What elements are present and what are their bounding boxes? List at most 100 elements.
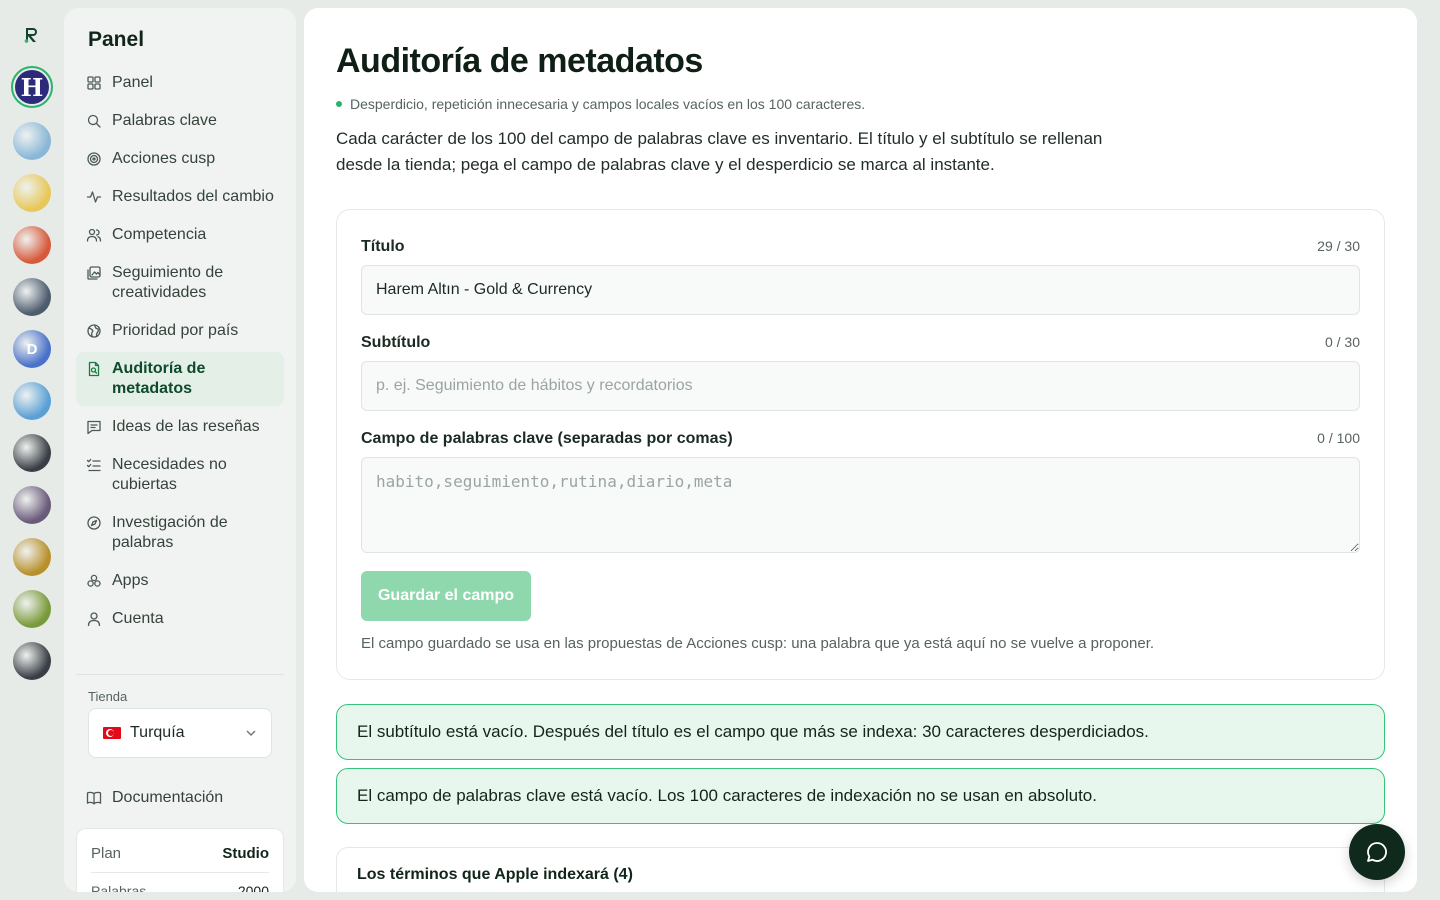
sidebar-item-seguimiento-de-creatividades[interactable]: Seguimiento de creatividades — [76, 256, 284, 310]
sidebar-item-ideas-de-las-resenas[interactable]: Ideas de las reseñas — [76, 410, 284, 444]
subway-app-avatar[interactable] — [13, 122, 51, 160]
sidebar-item-auditoria-de-metadatos[interactable]: Auditoría de metadatos — [76, 352, 284, 406]
sidebar-item-investigacion-de-palabras[interactable]: Investigación de palabras — [76, 506, 284, 560]
form-note: El campo guardado se usa en las propuest… — [361, 635, 1155, 652]
status-dot-icon — [336, 101, 342, 107]
sidebar-item-label: Competencia — [112, 226, 207, 243]
brand-logo[interactable] — [21, 24, 43, 46]
sidebar-item-palabras-clave[interactable]: Palabras clave — [76, 104, 284, 138]
turkey-flag-icon — [103, 727, 121, 739]
grid-icon — [87, 76, 101, 90]
divider — [91, 872, 269, 873]
images-icon — [87, 266, 101, 280]
keywords-label: Campo de palabras clave (separadas por c… — [361, 430, 733, 447]
character-app-avatar[interactable] — [13, 486, 51, 524]
target-icon — [87, 152, 101, 166]
subtitle-input[interactable] — [361, 361, 1360, 411]
book-icon — [86, 791, 102, 805]
checklist-icon — [86, 458, 101, 472]
temple-run-2-app-avatar[interactable] — [13, 590, 51, 628]
chart-app-avatar[interactable] — [13, 278, 51, 316]
sidebar-item-label: Necesidades no cubiertas — [112, 456, 227, 493]
status-line: Desperdicio, repetición innecesaria y ca… — [336, 96, 865, 112]
indexed-terms-title: Los términos que Apple indexará (4) — [357, 866, 633, 883]
activity-icon — [86, 191, 102, 203]
title-input[interactable] — [361, 265, 1360, 315]
sidebar-item-label: Seguimiento de creatividades — [112, 264, 224, 301]
metadata-form: Título 29 / 30 Subtítulo 0 / 30 Campo de… — [336, 209, 1385, 680]
store-select[interactable]: Turquía — [88, 708, 272, 758]
sidebar-item-panel[interactable]: Panel — [76, 66, 284, 100]
altin-app-avatar[interactable] — [13, 174, 51, 212]
save-field-button[interactable]: Guardar el campo — [361, 571, 531, 621]
user-icon — [87, 612, 101, 627]
search-icon — [87, 114, 101, 128]
alert-keywords-empty: El campo de palabras clave está vacío. L… — [336, 768, 1385, 824]
store-label: Tienda — [88, 689, 128, 704]
app-list: HD — [11, 66, 53, 680]
keywords-field-header: Campo de palabras clave (separadas por c… — [361, 430, 1360, 448]
game-app-avatar[interactable] — [13, 382, 51, 420]
app-avatar-letter: H — [15, 70, 49, 104]
subtitle-field-header: Subtítulo 0 / 30 — [361, 334, 1360, 352]
plan-keywords-value: 2000 — [237, 883, 269, 892]
users-icon — [86, 228, 102, 242]
plan-card: Plan Studio Palabras 2000 — [76, 828, 284, 892]
sidebar-item-competencia[interactable]: Competencia — [76, 218, 284, 252]
chat-bubble-icon — [1367, 842, 1387, 862]
title-char-count: 29 / 30 — [1317, 238, 1360, 254]
sidebar-item-resultados-del-cambio[interactable]: Resultados del cambio — [76, 180, 284, 214]
sidebar-item-prioridad-por-pais[interactable]: Prioridad por país — [76, 314, 284, 348]
sidebar-nav: Panel Palabras clave Acciones cusp Resultad… — [76, 66, 284, 640]
temple-run-app-avatar[interactable] — [13, 538, 51, 576]
sidebar-item-label: Acciones cusp — [112, 150, 216, 167]
sidebar-item-label: Investigación de palabras — [112, 514, 228, 551]
puzzle-app-avatar[interactable] — [13, 226, 51, 264]
plan-keywords-label: Palabras — [91, 883, 147, 892]
subtitle-label: Subtítulo — [361, 334, 431, 351]
apps-icon — [87, 574, 101, 587]
sidebar-item-apps[interactable]: Apps — [76, 564, 284, 598]
tradingview-app-avatar[interactable] — [13, 642, 51, 680]
sidebar-item-label: Auditoría de metadatos — [112, 360, 206, 397]
plan-label: Plan — [91, 845, 122, 862]
chevron-down-icon — [246, 730, 256, 736]
sidebar-item-label: Ideas de las reseñas — [112, 418, 260, 435]
globe-icon — [87, 324, 101, 338]
file-search-icon — [88, 361, 100, 377]
sidebar-item-label: Palabras clave — [112, 112, 217, 129]
divider — [76, 674, 284, 675]
title-field-header: Título 29 / 30 — [361, 238, 1360, 256]
compass-icon — [87, 516, 101, 530]
keywords-char-count: 0 / 100 — [1317, 430, 1360, 446]
sidebar-item-label: Apps — [112, 572, 149, 589]
sidebar-item-label: Panel — [112, 74, 153, 91]
d-app-avatar[interactable]: D — [13, 330, 51, 368]
sidebar-item-acciones-cusp[interactable]: Acciones cusp — [76, 142, 284, 176]
indexed-terms-card: Los términos que Apple indexará (4) — [336, 847, 1385, 892]
sidebar-item-cuenta[interactable]: Cuenta — [76, 602, 284, 636]
app-rail: HD — [0, 0, 64, 900]
intro-text: Cada carácter de los 100 del campo de pa… — [336, 129, 1103, 174]
message-icon — [87, 420, 101, 435]
status-text: Desperdicio, repetición innecesaria y ca… — [350, 96, 866, 112]
documentation-label: Documentación — [112, 789, 224, 806]
page-title: Auditoría de metadatos — [336, 42, 703, 80]
documentation-link[interactable]: Documentación — [86, 789, 223, 807]
plan-value: Studio — [222, 845, 269, 862]
store-value: Turquía — [130, 724, 185, 741]
sidebar-item-necesidades-no-cubiertas[interactable]: Necesidades no cubiertas — [76, 448, 284, 502]
sidebar-item-label: Resultados del cambio — [112, 188, 274, 205]
sidebar-title: Panel — [88, 28, 145, 51]
subtitle-char-count: 0 / 30 — [1324, 334, 1360, 350]
main-content: Auditoría de metadatos Desperdicio, repe… — [304, 8, 1417, 892]
investing-app-avatar[interactable] — [13, 434, 51, 472]
keywords-textarea[interactable] — [361, 457, 1360, 553]
chat-button[interactable] — [1349, 824, 1405, 880]
sidebar: Panel Panel Palabras clave Acciones cusp Re… — [64, 8, 296, 892]
alert-subtitle-empty: El subtítulo está vacío. Después del tít… — [336, 704, 1385, 760]
harem-altin-app-avatar[interactable]: H — [11, 66, 53, 108]
sidebar-item-label: Cuenta — [112, 610, 164, 627]
logo-icon — [24, 28, 37, 43]
sidebar-item-label: Prioridad por país — [112, 322, 239, 339]
